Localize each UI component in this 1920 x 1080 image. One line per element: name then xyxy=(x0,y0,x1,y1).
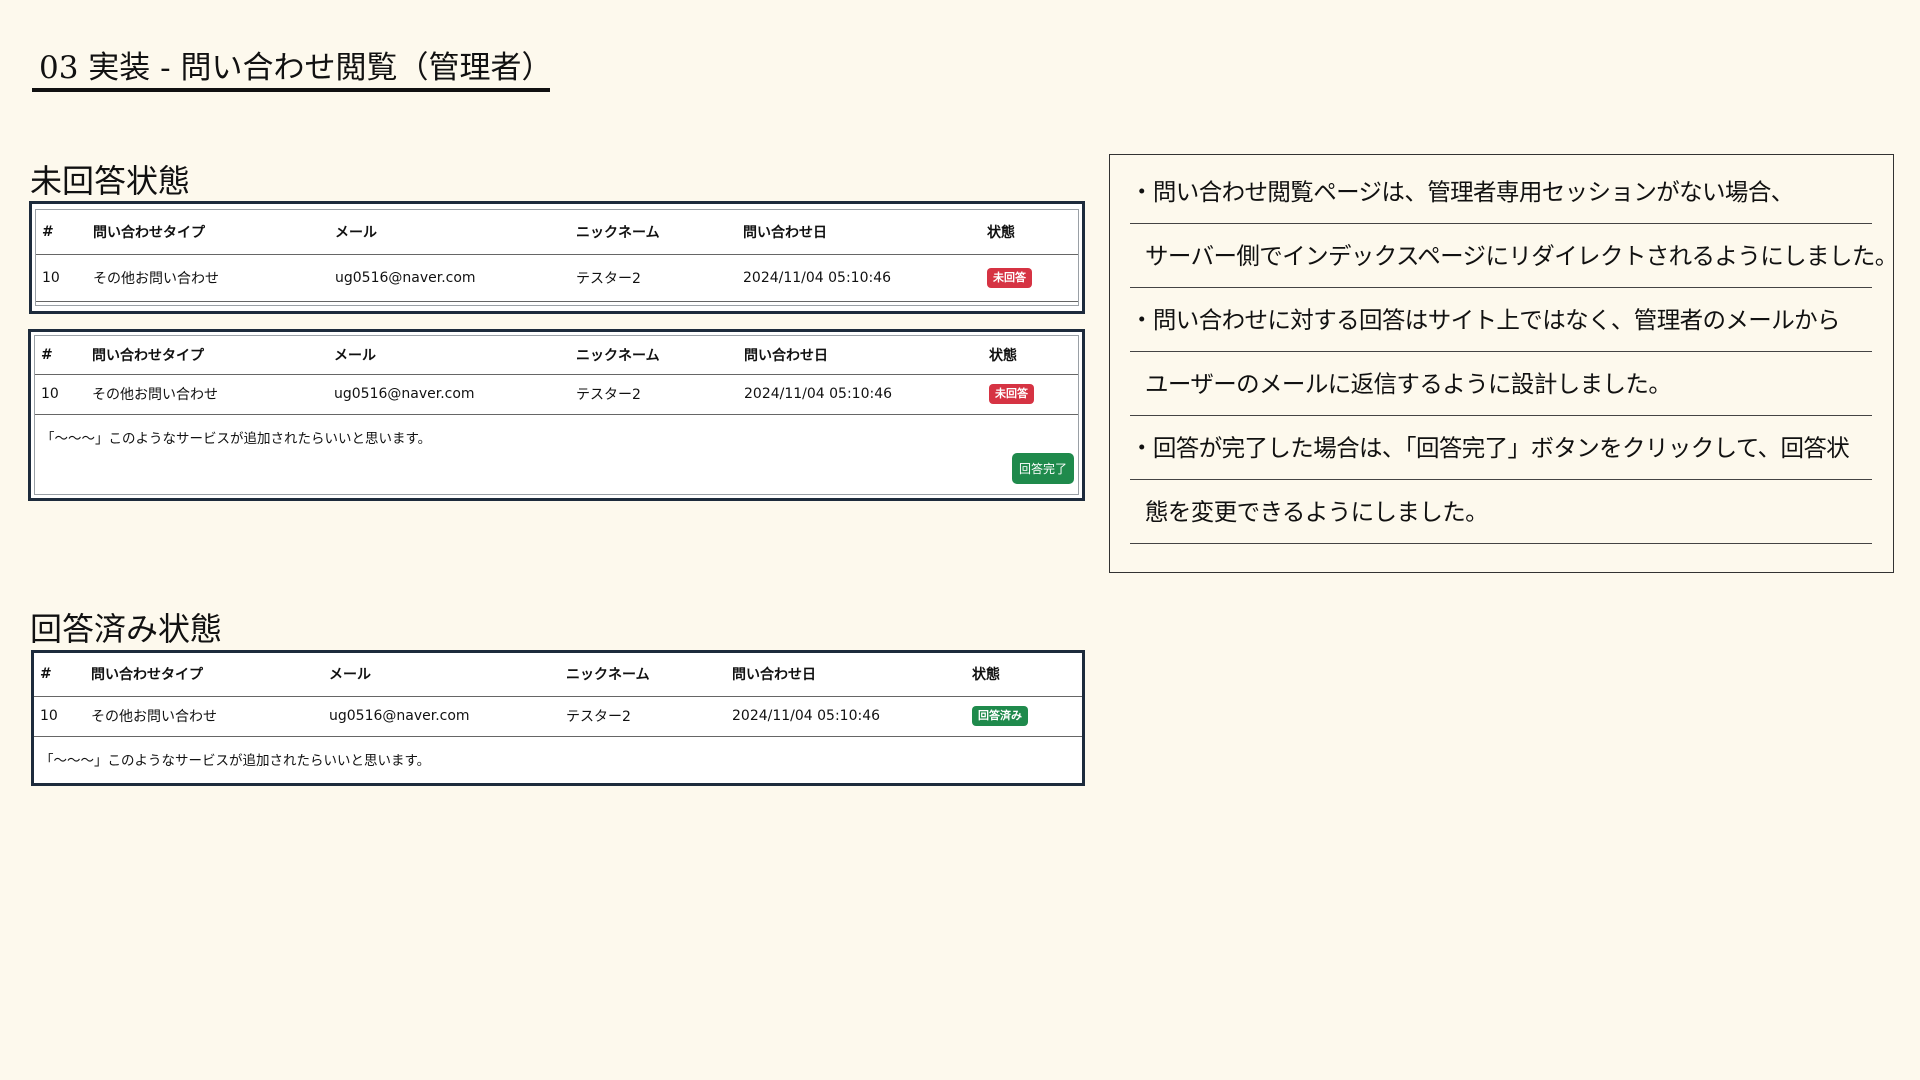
table-row[interactable]: 10 その他お問い合わせ ug0516@naver.com テスター2 2024… xyxy=(34,696,1082,737)
col-header-type: 問い合わせタイプ xyxy=(85,653,323,697)
col-header-email: メール xyxy=(328,336,570,375)
cell-email: ug0516@naver.com xyxy=(328,374,570,415)
col-header-id: # xyxy=(34,653,85,697)
col-header-email: メール xyxy=(323,653,560,697)
cell-id: 10 xyxy=(34,696,85,737)
inquiry-table: # 問い合わせタイプ メール ニックネーム 問い合わせ日 状態 10 その他お問… xyxy=(35,336,1078,415)
inquiry-table-unanswered-expanded: # 問い合わせタイプ メール ニックネーム 問い合わせ日 状態 10 その他お問… xyxy=(28,329,1085,501)
status-badge: 回答済み xyxy=(972,706,1028,726)
inquiry-table: # 問い合わせタイプ メール ニックネーム 問い合わせ日 状態 10 その他お問… xyxy=(36,210,1078,302)
col-header-nickname: ニックネーム xyxy=(560,653,726,697)
notes-panel: ・問い合わせ閲覧ページは、管理者専用セッションがない場合、 サーバー側でインデッ… xyxy=(1109,154,1898,573)
cell-email: ug0516@naver.com xyxy=(323,696,560,737)
note-line: 態を変更できるようにしました。 xyxy=(1130,481,1872,544)
inquiry-table-unanswered-collapsed: # 問い合わせタイプ メール ニックネーム 問い合わせ日 状態 10 その他お問… xyxy=(29,201,1085,314)
cell-type: その他お問い合わせ xyxy=(85,696,323,737)
col-header-nickname: ニックネーム xyxy=(570,336,738,375)
col-header-status: 状態 xyxy=(983,336,1078,375)
cell-nickname: テスター2 xyxy=(560,696,726,737)
col-header-type: 問い合わせタイプ xyxy=(87,210,329,255)
section-heading-unanswered: 未回答状態 xyxy=(30,162,191,200)
col-header-status: 状態 xyxy=(981,210,1078,255)
table-row[interactable]: 10 その他お問い合わせ ug0516@naver.com テスター2 2024… xyxy=(36,254,1078,302)
cell-date: 2024/11/04 05:10:46 xyxy=(737,254,981,302)
note-line: サーバー側でインデックスページにリダイレクトされるようにしました。 xyxy=(1130,225,1898,288)
col-header-date: 問い合わせ日 xyxy=(726,653,966,697)
col-header-date: 問い合わせ日 xyxy=(738,336,983,375)
note-line: ・問い合わせに対する回答はサイト上ではなく、管理者のメールから xyxy=(1130,289,1872,352)
table-row[interactable]: 10 その他お問い合わせ ug0516@naver.com テスター2 2024… xyxy=(35,374,1078,415)
cell-nickname: テスター2 xyxy=(570,374,738,415)
note-line: ・回答が完了した場合は、「回答完了」ボタンをクリックして、回答状 xyxy=(1130,417,1872,480)
note-line: ・問い合わせ閲覧ページは、管理者専用セッションがない場合、 xyxy=(1130,161,1872,224)
status-badge: 未回答 xyxy=(989,384,1034,404)
inquiry-message: 「～～～」このようなサービスが追加されたらいいと思います。 xyxy=(41,430,432,447)
col-header-nickname: ニックネーム xyxy=(570,210,737,255)
col-header-id: # xyxy=(36,210,87,255)
section-heading-answered: 回答済み状態 xyxy=(30,610,223,648)
complete-answer-button[interactable]: 回答完了 xyxy=(1011,453,1074,484)
cell-date: 2024/11/04 05:10:46 xyxy=(726,696,966,737)
cell-id: 10 xyxy=(36,254,87,302)
note-line: ユーザーのメールに返信するように設計しました。 xyxy=(1130,353,1872,416)
cell-nickname: テスター2 xyxy=(570,254,737,302)
col-header-type: 問い合わせタイプ xyxy=(86,336,328,375)
col-header-id: # xyxy=(35,336,86,375)
cell-status: 未回答 xyxy=(983,374,1078,415)
slide-title: 03 実装 - 問い合わせ閲覧（管理者） xyxy=(32,36,552,92)
cell-status: 回答済み xyxy=(966,696,1082,737)
inquiry-table-answered: # 問い合わせタイプ メール ニックネーム 問い合わせ日 状態 10 その他お問… xyxy=(31,650,1085,786)
col-header-status: 状態 xyxy=(966,653,1082,697)
cell-type: その他お問い合わせ xyxy=(87,254,329,302)
cell-type: その他お問い合わせ xyxy=(86,374,328,415)
status-badge: 未回答 xyxy=(987,267,1032,288)
cell-date: 2024/11/04 05:10:46 xyxy=(738,374,983,415)
col-header-date: 問い合わせ日 xyxy=(737,210,981,255)
inquiry-message: 「～～～」このようなサービスが追加されたらいいと思います。 xyxy=(40,752,431,769)
col-header-email: メール xyxy=(329,210,570,255)
cell-email: ug0516@naver.com xyxy=(329,254,570,302)
cell-status: 未回答 xyxy=(981,254,1078,302)
cell-id: 10 xyxy=(35,374,86,415)
inquiry-table: # 問い合わせタイプ メール ニックネーム 問い合わせ日 状態 10 その他お問… xyxy=(34,653,1082,737)
